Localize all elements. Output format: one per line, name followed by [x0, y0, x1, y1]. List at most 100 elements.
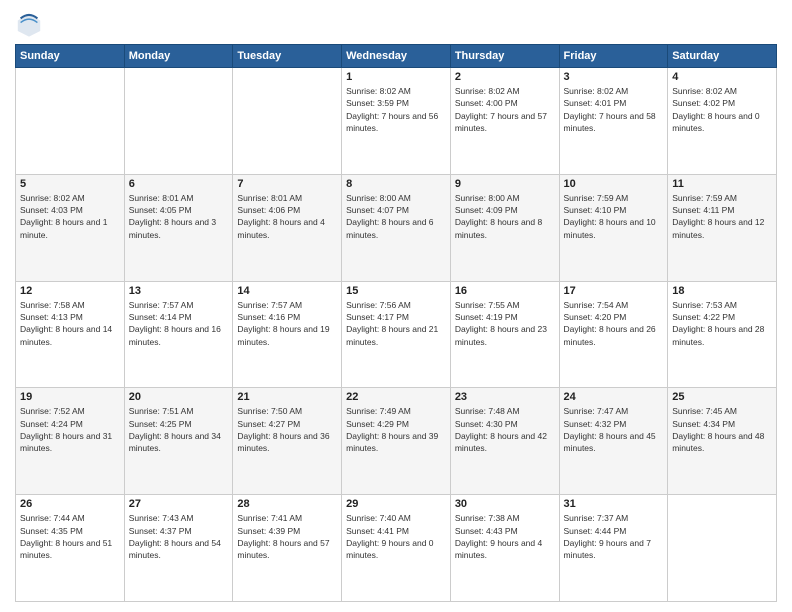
day-info: Sunrise: 8:02 AM Sunset: 4:00 PM Dayligh… [455, 85, 555, 134]
calendar-cell: 6 Sunrise: 8:01 AM Sunset: 4:05 PM Daylig… [124, 174, 233, 281]
day-number: 8 [346, 178, 446, 190]
calendar-cell: 10 Sunrise: 7:59 AM Sunset: 4:10 PM Dayli… [559, 174, 668, 281]
day-info: Sunrise: 7:57 AM Sunset: 4:16 PM Dayligh… [237, 299, 337, 348]
day-info: Sunrise: 7:49 AM Sunset: 4:29 PM Dayligh… [346, 405, 446, 454]
column-header-thursday: Thursday [450, 45, 559, 68]
day-number: 26 [20, 498, 120, 510]
column-header-saturday: Saturday [668, 45, 777, 68]
page: SundayMondayTuesdayWednesdayThursdayFrid… [0, 0, 792, 612]
calendar-header: SundayMondayTuesdayWednesdayThursdayFrid… [16, 45, 777, 68]
week-row-2: 5 Sunrise: 8:02 AM Sunset: 4:03 PM Daylig… [16, 174, 777, 281]
day-info: Sunrise: 7:50 AM Sunset: 4:27 PM Dayligh… [237, 405, 337, 454]
calendar-cell: 14 Sunrise: 7:57 AM Sunset: 4:16 PM Dayli… [233, 281, 342, 388]
calendar-cell [668, 495, 777, 602]
calendar-cell [124, 68, 233, 175]
day-info: Sunrise: 8:02 AM Sunset: 4:02 PM Dayligh… [672, 85, 772, 134]
calendar-cell: 3 Sunrise: 8:02 AM Sunset: 4:01 PM Daylig… [559, 68, 668, 175]
day-number: 31 [564, 498, 664, 510]
day-number: 29 [346, 498, 446, 510]
week-row-1: 1 Sunrise: 8:02 AM Sunset: 3:59 PM Daylig… [16, 68, 777, 175]
calendar-cell [233, 68, 342, 175]
day-number: 2 [455, 71, 555, 83]
day-info: Sunrise: 7:51 AM Sunset: 4:25 PM Dayligh… [129, 405, 229, 454]
column-header-monday: Monday [124, 45, 233, 68]
day-number: 15 [346, 285, 446, 297]
day-number: 9 [455, 178, 555, 190]
calendar-cell: 15Sunrise: 7:56 AM Sunset: 4:17 PM Dayli… [342, 281, 451, 388]
calendar-cell: 1 Sunrise: 8:02 AM Sunset: 3:59 PM Daylig… [342, 68, 451, 175]
calendar-cell: 25Sunrise: 7:45 AM Sunset: 4:34 PM Dayli… [668, 388, 777, 495]
calendar-cell: 21 Sunrise: 7:50 AM Sunset: 4:27 PM Dayli… [233, 388, 342, 495]
calendar-cell: 13 Sunrise: 7:57 AM Sunset: 4:14 PM Dayli… [124, 281, 233, 388]
logo-icon [15, 10, 43, 38]
day-number: 6 [129, 178, 229, 190]
day-info: Sunrise: 8:00 AM Sunset: 4:09 PM Dayligh… [455, 192, 555, 241]
day-number: 21 [237, 391, 337, 403]
day-info: Sunrise: 8:02 AM Sunset: 3:59 PM Dayligh… [346, 85, 446, 134]
day-number: 19 [20, 391, 120, 403]
day-number: 24 [564, 391, 664, 403]
logo [15, 10, 47, 38]
calendar-cell: 28 Sunrise: 7:41 AM Sunset: 4:39 PM Dayli… [233, 495, 342, 602]
day-info: Sunrise: 7:55 AM Sunset: 4:19 PM Dayligh… [455, 299, 555, 348]
column-header-friday: Friday [559, 45, 668, 68]
calendar-cell: 27Sunrise: 7:43 AM Sunset: 4:37 PM Dayli… [124, 495, 233, 602]
day-info: Sunrise: 7:57 AM Sunset: 4:14 PM Dayligh… [129, 299, 229, 348]
day-info: Sunrise: 7:37 AM Sunset: 4:44 PM Dayligh… [564, 512, 664, 561]
day-number: 3 [564, 71, 664, 83]
day-number: 12 [20, 285, 120, 297]
day-info: Sunrise: 8:01 AM Sunset: 4:05 PM Dayligh… [129, 192, 229, 241]
day-number: 17 [564, 285, 664, 297]
calendar-cell: 17 Sunrise: 7:54 AM Sunset: 4:20 PM Dayli… [559, 281, 668, 388]
calendar-cell: 22Sunrise: 7:49 AM Sunset: 4:29 PM Dayli… [342, 388, 451, 495]
day-number: 25 [672, 391, 772, 403]
day-number: 20 [129, 391, 229, 403]
header-row: SundayMondayTuesdayWednesdayThursdayFrid… [16, 45, 777, 68]
column-header-tuesday: Tuesday [233, 45, 342, 68]
day-info: Sunrise: 7:54 AM Sunset: 4:20 PM Dayligh… [564, 299, 664, 348]
day-number: 16 [455, 285, 555, 297]
day-number: 18 [672, 285, 772, 297]
calendar-cell: 7Sunrise: 8:01 AM Sunset: 4:06 PM Daylig… [233, 174, 342, 281]
day-number: 23 [455, 391, 555, 403]
day-number: 14 [237, 285, 337, 297]
day-info: Sunrise: 8:02 AM Sunset: 4:03 PM Dayligh… [20, 192, 120, 241]
day-info: Sunrise: 7:53 AM Sunset: 4:22 PM Dayligh… [672, 299, 772, 348]
column-header-sunday: Sunday [16, 45, 125, 68]
day-info: Sunrise: 7:58 AM Sunset: 4:13 PM Dayligh… [20, 299, 120, 348]
week-row-3: 12 Sunrise: 7:58 AM Sunset: 4:13 PM Dayli… [16, 281, 777, 388]
day-info: Sunrise: 7:43 AM Sunset: 4:37 PM Dayligh… [129, 512, 229, 561]
calendar-cell: 23 Sunrise: 7:48 AM Sunset: 4:30 PM Dayli… [450, 388, 559, 495]
calendar-cell: 20 Sunrise: 7:51 AM Sunset: 4:25 PM Dayli… [124, 388, 233, 495]
day-info: Sunrise: 8:00 AM Sunset: 4:07 PM Dayligh… [346, 192, 446, 241]
day-info: Sunrise: 7:40 AM Sunset: 4:41 PM Dayligh… [346, 512, 446, 561]
header [15, 10, 777, 38]
day-number: 5 [20, 178, 120, 190]
day-info: Sunrise: 7:48 AM Sunset: 4:30 PM Dayligh… [455, 405, 555, 454]
day-number: 10 [564, 178, 664, 190]
calendar-cell: 29 Sunrise: 7:40 AM Sunset: 4:41 PM Dayli… [342, 495, 451, 602]
calendar-cell: 30Sunrise: 7:38 AM Sunset: 4:43 PM Dayli… [450, 495, 559, 602]
calendar-cell: 8 Sunrise: 8:00 AM Sunset: 4:07 PM Daylig… [342, 174, 451, 281]
day-number: 1 [346, 71, 446, 83]
day-info: Sunrise: 7:59 AM Sunset: 4:11 PM Dayligh… [672, 192, 772, 241]
calendar-cell: 24Sunrise: 7:47 AM Sunset: 4:32 PM Dayli… [559, 388, 668, 495]
calendar-body: 1 Sunrise: 8:02 AM Sunset: 3:59 PM Daylig… [16, 68, 777, 602]
calendar-table: SundayMondayTuesdayWednesdayThursdayFrid… [15, 44, 777, 602]
calendar-cell [16, 68, 125, 175]
day-number: 30 [455, 498, 555, 510]
calendar-cell: 18 Sunrise: 7:53 AM Sunset: 4:22 PM Dayli… [668, 281, 777, 388]
day-info: Sunrise: 7:59 AM Sunset: 4:10 PM Dayligh… [564, 192, 664, 241]
day-info: Sunrise: 7:41 AM Sunset: 4:39 PM Dayligh… [237, 512, 337, 561]
day-number: 28 [237, 498, 337, 510]
day-number: 13 [129, 285, 229, 297]
day-info: Sunrise: 8:02 AM Sunset: 4:01 PM Dayligh… [564, 85, 664, 134]
calendar-cell: 12 Sunrise: 7:58 AM Sunset: 4:13 PM Dayli… [16, 281, 125, 388]
calendar-cell: 19Sunrise: 7:52 AM Sunset: 4:24 PM Dayli… [16, 388, 125, 495]
week-row-4: 19Sunrise: 7:52 AM Sunset: 4:24 PM Dayli… [16, 388, 777, 495]
calendar-cell: 31 Sunrise: 7:37 AM Sunset: 4:44 PM Dayli… [559, 495, 668, 602]
day-number: 7 [237, 178, 337, 190]
week-row-5: 26Sunrise: 7:44 AM Sunset: 4:35 PM Dayli… [16, 495, 777, 602]
day-number: 4 [672, 71, 772, 83]
calendar-cell: 2 Sunrise: 8:02 AM Sunset: 4:00 PM Daylig… [450, 68, 559, 175]
